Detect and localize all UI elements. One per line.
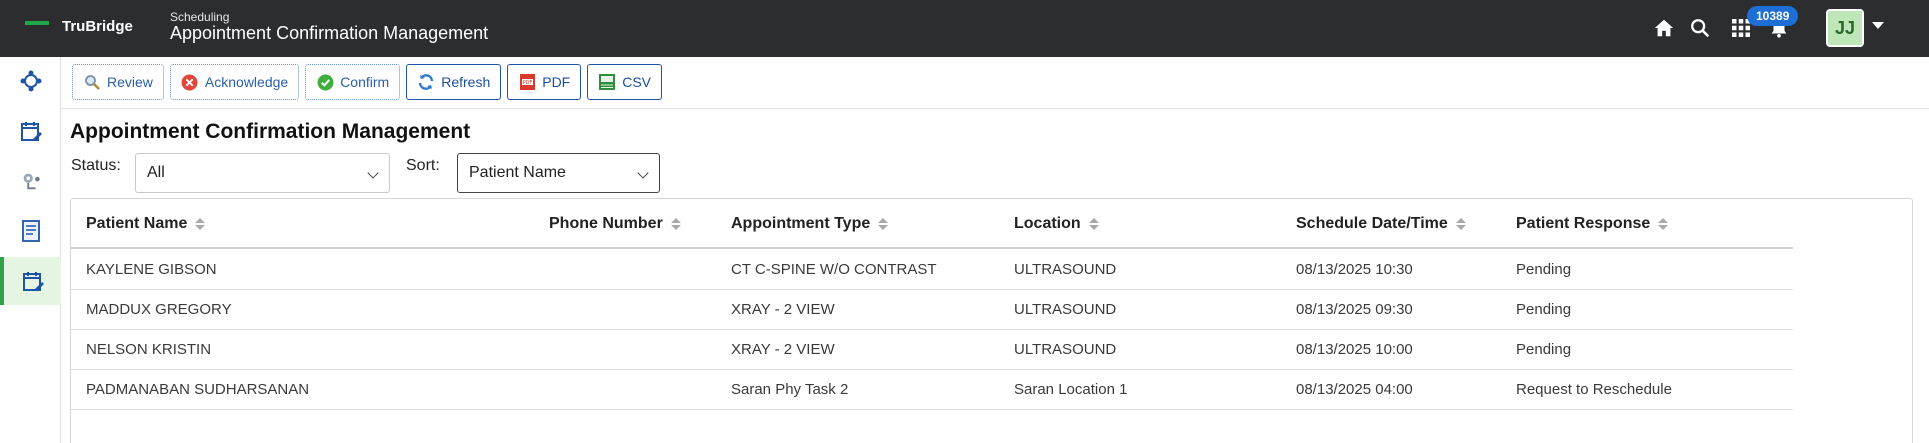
app-title: Appointment Confirmation Management (170, 23, 489, 43)
logo[interactable]: TruBridge (24, 18, 133, 35)
cell-patient-name: PADMANABAN SUDHARSANAN (86, 381, 310, 398)
sidebar-item-resources[interactable] (0, 157, 61, 205)
user-menu-caret-icon[interactable] (1872, 22, 1884, 29)
cell-appointment-type: XRAY - 2 VIEW (731, 301, 835, 318)
status-label: Status: (71, 157, 121, 174)
sort-label: Sort: (406, 157, 440, 174)
pdf-file-icon: PDF (518, 73, 536, 91)
sidebar-item-schedule[interactable] (0, 107, 61, 155)
table-row[interactable]: PADMANABAN SUDHARSANAN Saran Phy Task 2 … (71, 370, 1793, 410)
column-header-schedule-datetime[interactable]: Schedule Date/Time (1296, 215, 1466, 233)
sidebar-item-dashboard[interactable] (0, 57, 61, 105)
sort-select-value: Patient Name (469, 164, 566, 181)
column-header-appointment-type[interactable]: Appointment Type (731, 215, 889, 233)
column-header-phone-number[interactable]: Phone Number (549, 215, 681, 233)
sort-icon (1088, 218, 1099, 230)
acknowledge-label: Acknowledge (204, 74, 289, 90)
table-row[interactable]: KAYLENE GIBSON CT C-SPINE W/O CONTRAST U… (71, 250, 1793, 290)
check-circle-icon (316, 73, 334, 91)
cell-schedule-datetime: 08/13/2025 10:30 (1296, 261, 1413, 278)
sort-icon (195, 218, 206, 230)
column-header-patient-name[interactable]: Patient Name (86, 215, 206, 233)
table-header: Patient Name Phone Number Appointment Ty… (71, 199, 1793, 249)
page-title: Appointment Confirmation Management (70, 120, 471, 143)
trubridge-logo-icon (24, 19, 50, 35)
sidebar-item-reports[interactable] (0, 207, 61, 255)
status-select[interactable]: All (135, 153, 390, 193)
cell-patient-name: MADDUX GREGORY (86, 301, 232, 318)
cell-schedule-datetime: 08/13/2025 09:30 (1296, 301, 1413, 318)
table-row[interactable]: NELSON KRISTIN XRAY - 2 VIEW ULTRASOUND … (71, 330, 1793, 370)
review-label: Review (107, 74, 153, 90)
sidebar (0, 57, 61, 443)
cell-location: ULTRASOUND (1014, 301, 1117, 318)
notification-badge[interactable]: 10389 (1747, 6, 1799, 26)
cell-schedule-datetime: 08/13/2025 10:00 (1296, 341, 1413, 358)
sort-icon (1455, 218, 1466, 230)
stethoscope-icon (23, 173, 40, 190)
logo-text: TruBridge (62, 18, 133, 35)
pdf-button[interactable]: PDF PDF (507, 64, 582, 100)
cell-patient-name: NELSON KRISTIN (86, 341, 212, 358)
sidebar-item-confirmation[interactable] (0, 257, 61, 305)
refresh-label: Refresh (441, 74, 491, 90)
csv-label: CSV (622, 74, 652, 90)
cell-patient-response: Pending (1516, 341, 1572, 358)
confirm-button[interactable]: Confirm (305, 64, 401, 100)
report-icon (21, 220, 40, 242)
review-button[interactable]: Review (72, 64, 164, 100)
toolbar-divider (61, 108, 1929, 109)
cell-patient-response: Pending (1516, 261, 1572, 278)
sort-icon (670, 218, 681, 230)
csv-button[interactable]: CSV (587, 64, 663, 100)
home-icon[interactable] (1650, 14, 1678, 42)
column-header-patient-response[interactable]: Patient Response (1516, 215, 1669, 233)
network-icon (20, 70, 41, 92)
svg-text:PDF: PDF (522, 80, 532, 86)
avatar[interactable]: JJ (1826, 9, 1864, 47)
refresh-icon (417, 73, 435, 91)
cell-location: ULTRASOUND (1014, 261, 1117, 278)
column-header-location[interactable]: Location (1014, 215, 1099, 233)
top-bar: TruBridge Scheduling Appointment Confirm… (0, 0, 1929, 57)
cell-appointment-type: Saran Phy Task 2 (731, 381, 849, 398)
magnifier-icon (83, 73, 101, 91)
table-row[interactable]: MADDUX GREGORY XRAY - 2 VIEW ULTRASOUND … (71, 290, 1793, 330)
chevron-down-icon (367, 167, 379, 179)
x-circle-icon (181, 73, 199, 91)
calendar-edit-icon (22, 272, 44, 291)
pdf-label: PDF (542, 74, 571, 90)
search-icon[interactable] (1686, 14, 1714, 42)
app-subtitle: Scheduling (170, 10, 230, 24)
chevron-down-icon (637, 167, 649, 179)
cell-patient-response: Pending (1516, 301, 1572, 318)
refresh-button[interactable]: Refresh (406, 64, 502, 100)
cell-appointment-type: CT C-SPINE W/O CONTRAST (731, 261, 937, 278)
appointments-table: Patient Name Phone Number Appointment Ty… (70, 198, 1913, 443)
cell-appointment-type: XRAY - 2 VIEW (731, 341, 835, 358)
cell-location: Saran Location 1 (1014, 381, 1128, 398)
sort-icon (1658, 218, 1669, 230)
calendar-edit-icon (20, 122, 42, 141)
status-select-value: All (147, 164, 165, 181)
acknowledge-button[interactable]: Acknowledge (169, 64, 300, 100)
cell-schedule-datetime: 08/13/2025 04:00 (1296, 381, 1413, 398)
cell-patient-response: Request to Reschedule (1516, 381, 1672, 398)
csv-file-icon (598, 73, 616, 91)
cell-patient-name: KAYLENE GIBSON (86, 261, 217, 278)
sort-icon (878, 218, 889, 230)
sort-select[interactable]: Patient Name (457, 153, 660, 193)
toolbar: Review Acknowledge Confirm Refresh PDF P… (72, 64, 663, 100)
cell-location: ULTRASOUND (1014, 341, 1117, 358)
confirm-label: Confirm (340, 74, 390, 90)
